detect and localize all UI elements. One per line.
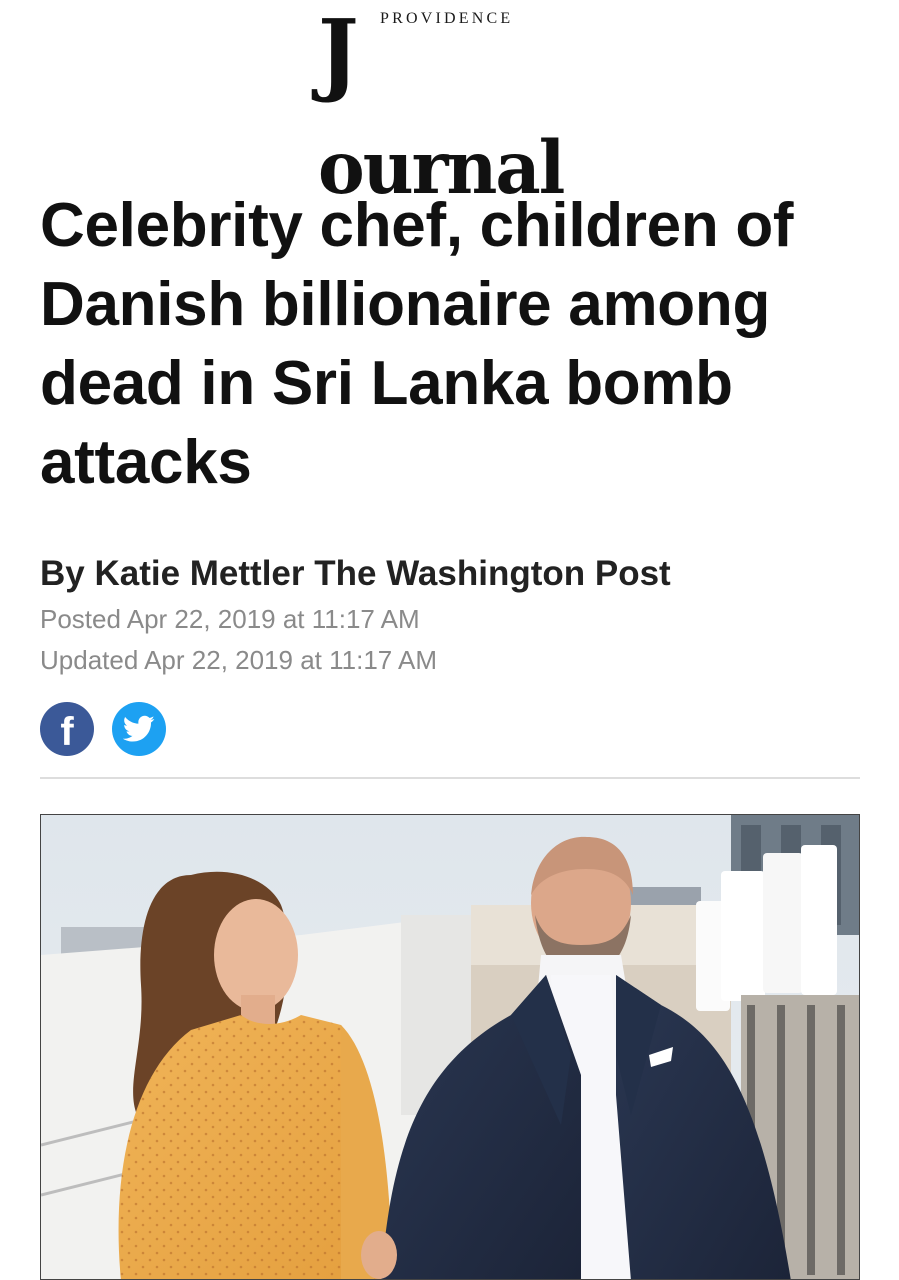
article-byline: By Katie Mettler The Washington Post (40, 554, 671, 593)
logo-small-word: PROVIDENCE (380, 10, 514, 27)
providence-journal-logo[interactable]: Journal PROVIDENCE (318, 1, 582, 210)
updated-timestamp: Updated Apr 22, 2019 at 11:17 AM (40, 645, 438, 675)
header-divider (40, 777, 860, 779)
article-headline: Celebrity chef, children of Danish billi… (40, 191, 794, 497)
facebook-share-button[interactable]: f (40, 702, 94, 756)
logo-wordmark: Journal (318, 0, 565, 211)
masthead: Journal PROVIDENCE (0, 0, 899, 210)
twitter-share-button[interactable] (112, 702, 166, 756)
twitter-icon (123, 715, 155, 742)
photo-illustration (41, 815, 859, 1279)
article-photo[interactable] (40, 814, 860, 1280)
posted-timestamp: Posted Apr 22, 2019 at 11:17 AM (40, 604, 420, 634)
facebook-icon: f (60, 710, 74, 754)
